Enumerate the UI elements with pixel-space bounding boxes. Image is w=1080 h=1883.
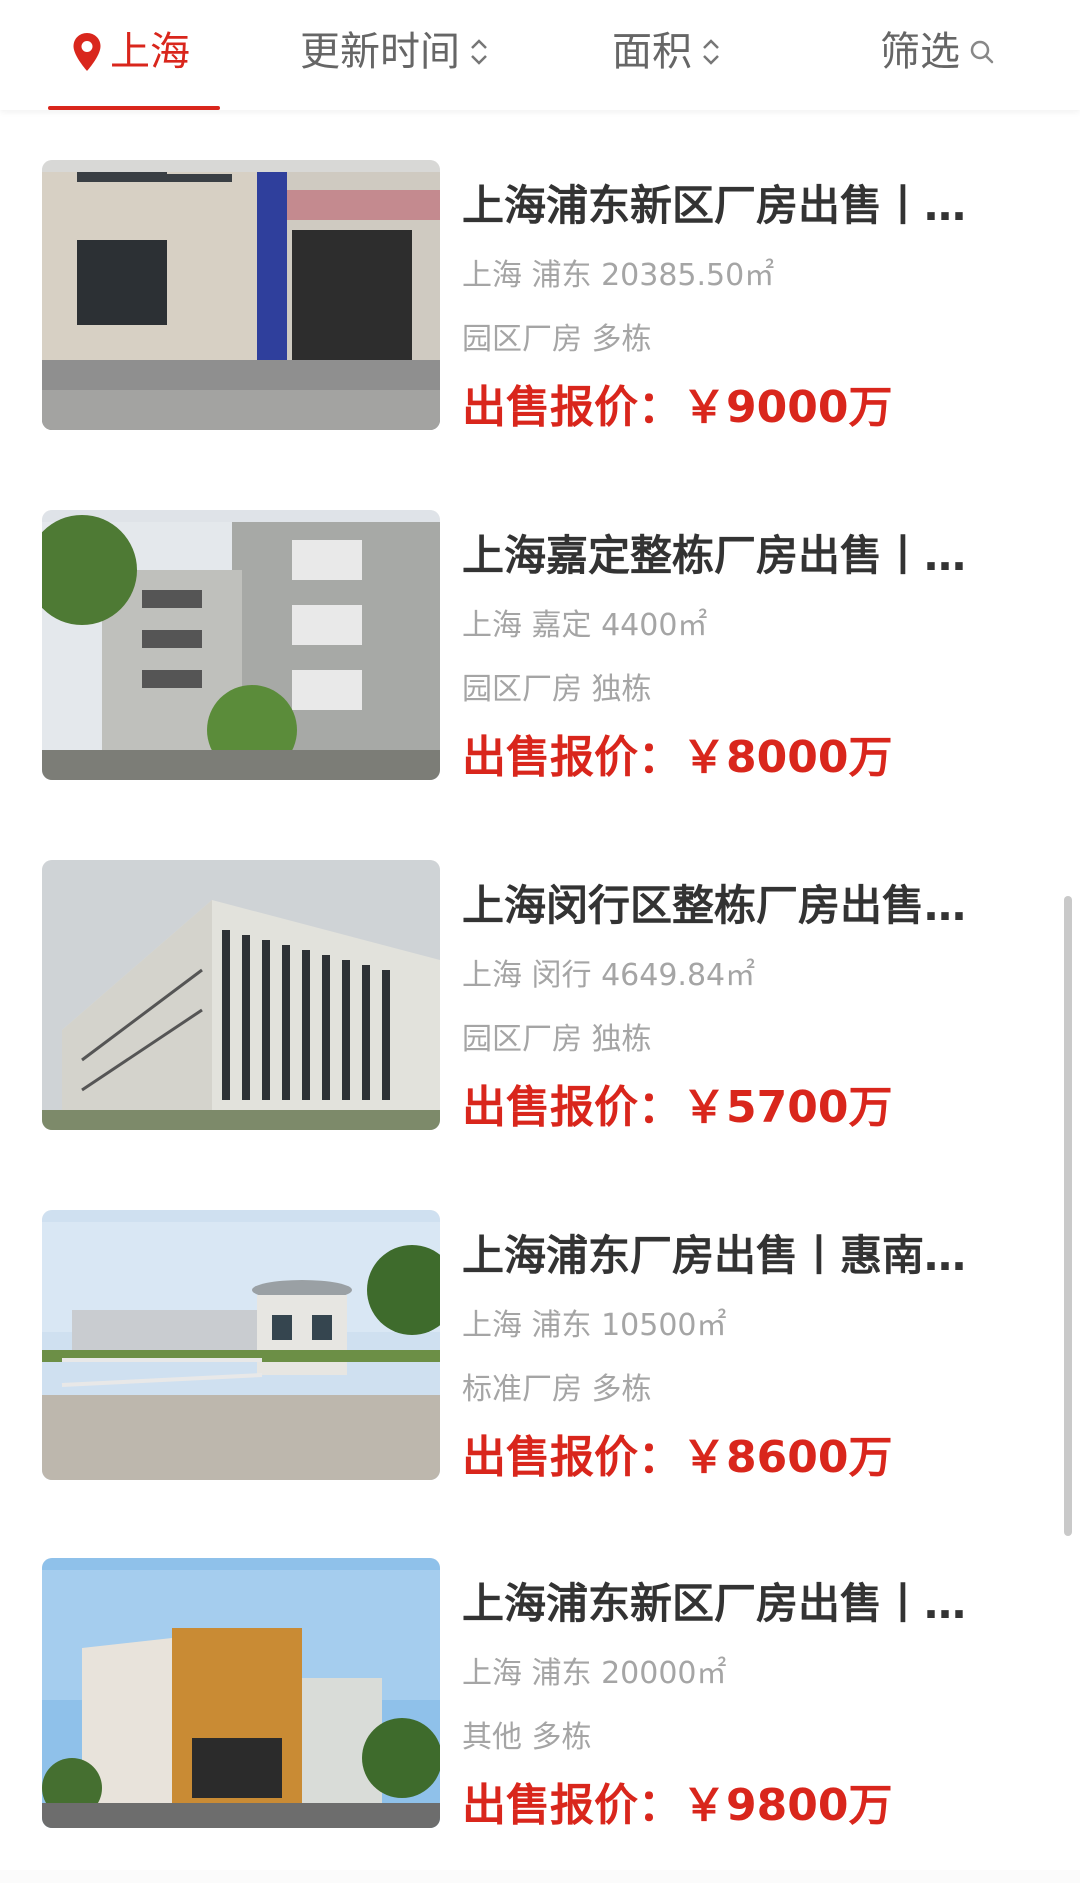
search-icon	[968, 32, 996, 72]
sort-arrows-icon	[700, 32, 722, 72]
listing-card[interactable]: 上海浦东新区厂房出售丨… 上海 浦东 20385.50㎡ 园区厂房 多栋 出售报…	[0, 110, 1080, 433]
listing-photo[interactable]	[42, 860, 440, 1130]
listing-tags: 园区厂房 独栋	[462, 1022, 652, 1057]
listing-price: 出售报价：￥9000万	[462, 382, 893, 433]
listing-location-area: 上海 浦东 20385.50㎡	[462, 258, 775, 293]
tab-city-label: 上海	[110, 29, 190, 75]
scrollbar[interactable]	[1064, 896, 1072, 1536]
tab-area-label: 面积	[612, 29, 692, 75]
factory-photo-image	[42, 160, 440, 430]
tab-filter[interactable]: 筛选	[880, 22, 996, 82]
listing-title[interactable]: 上海浦东新区厂房出售丨…	[462, 176, 1002, 236]
listing-location-area: 上海 浦东 10500㎡	[462, 1308, 727, 1343]
factory-photo-image	[42, 510, 440, 780]
tab-update-time[interactable]: 更新时间	[300, 22, 490, 82]
tab-filter-label: 筛选	[880, 29, 960, 75]
listing-location-area: 上海 闵行 4649.84㎡	[462, 958, 756, 993]
listing-price: 出售报价：￥5700万	[462, 1082, 893, 1133]
factory-photo-image	[42, 1558, 440, 1828]
tab-city[interactable]: 上海	[72, 22, 190, 82]
listing-card[interactable]: 上海闵行区整栋厂房出售… 上海 闵行 4649.84㎡ 园区厂房 独栋 出售报价…	[0, 810, 1080, 1133]
factory-photo-image	[42, 860, 440, 1130]
listing-location-area: 上海 嘉定 4400㎡	[462, 608, 708, 643]
listing-title[interactable]: 上海嘉定整栋厂房出售丨…	[462, 526, 1002, 586]
listing-photo[interactable]	[42, 1210, 440, 1480]
listing-tags: 园区厂房 独栋	[462, 672, 652, 707]
active-tab-indicator	[48, 106, 220, 110]
location-pin-icon	[72, 32, 102, 72]
tab-update-time-label: 更新时间	[300, 29, 460, 75]
sort-arrows-icon	[468, 32, 490, 72]
listing-price: 出售报价：￥9800万	[462, 1780, 893, 1831]
listing-photo[interactable]	[42, 160, 440, 430]
factory-photo-image	[42, 1210, 440, 1480]
listing-photo[interactable]	[42, 1558, 440, 1828]
filter-bar: 上海 更新时间 面积 筛选	[0, 0, 1080, 110]
listing-price: 出售报价：￥8000万	[462, 732, 893, 783]
listing-price: 出售报价：￥8600万	[462, 1432, 893, 1483]
tab-area[interactable]: 面积	[612, 22, 722, 82]
listing-card[interactable]: 上海浦东新区厂房出售丨… 上海 浦东 20000㎡ 其他 多栋 出售报价：￥98…	[0, 1508, 1080, 1831]
listing-photo[interactable]	[42, 510, 440, 780]
listing-location-area: 上海 浦东 20000㎡	[462, 1656, 727, 1691]
listing-tags: 园区厂房 多栋	[462, 322, 652, 357]
listing-title[interactable]: 上海闵行区整栋厂房出售…	[462, 876, 1002, 936]
listing-card[interactable]: 上海嘉定整栋厂房出售丨… 上海 嘉定 4400㎡ 园区厂房 独栋 出售报价：￥8…	[0, 460, 1080, 783]
listing-title[interactable]: 上海浦东新区厂房出售丨…	[462, 1574, 1002, 1634]
listing-card[interactable]: 上海浦东厂房出售丨惠南… 上海 浦东 10500㎡ 标准厂房 多栋 出售报价：￥…	[0, 1160, 1080, 1483]
next-card-peek	[0, 1870, 1080, 1883]
listing-tags: 其他 多栋	[462, 1720, 592, 1755]
listing-title[interactable]: 上海浦东厂房出售丨惠南…	[462, 1226, 1002, 1286]
listing-tags: 标准厂房 多栋	[462, 1372, 652, 1407]
